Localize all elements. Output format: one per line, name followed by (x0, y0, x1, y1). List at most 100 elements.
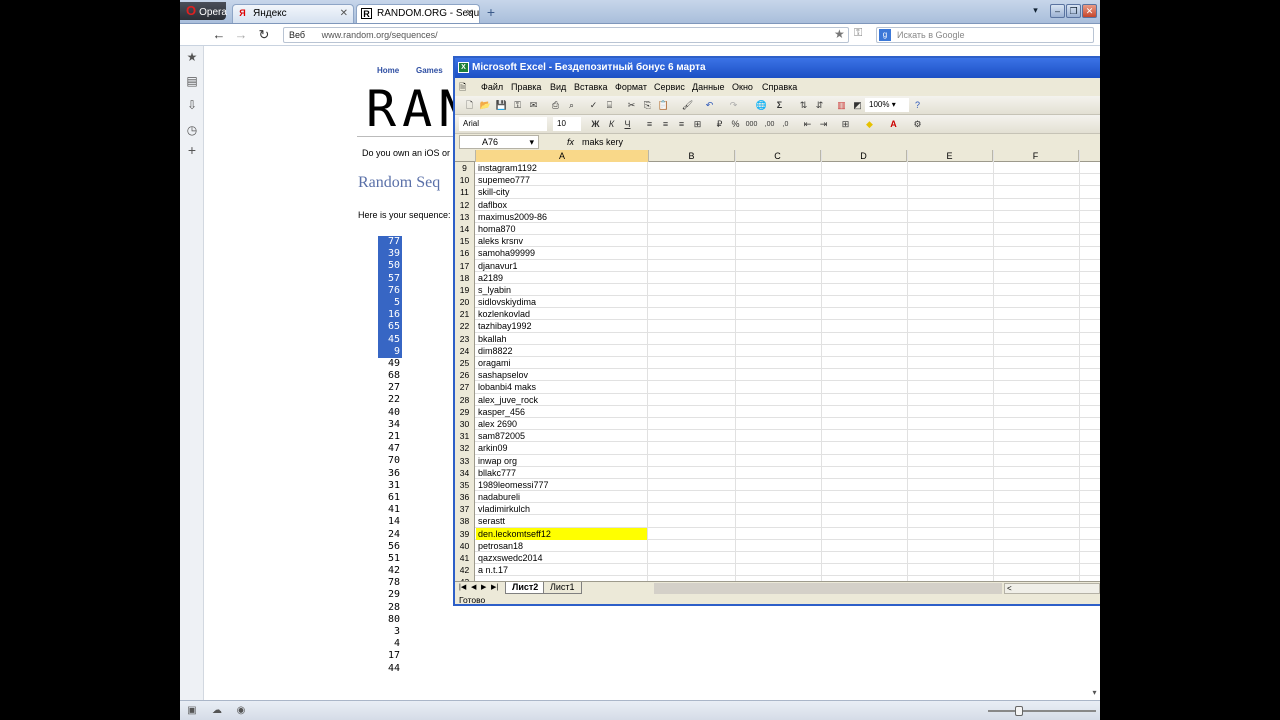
turbo-icon[interactable]: ◉ (234, 704, 248, 718)
minimize-button[interactable]: – (1050, 4, 1065, 18)
cell-a[interactable]: daflbox (476, 198, 648, 211)
back-arrow-icon[interactable]: ← (210, 26, 228, 44)
permission-icon[interactable]: ⚿ (511, 99, 524, 112)
search-input[interactable]: g Искать в Google (876, 27, 1094, 43)
menu-item-edit[interactable]: Правка (511, 78, 541, 96)
save-icon[interactable]: 💾 (495, 99, 508, 112)
column-header-c[interactable]: C (735, 150, 821, 162)
cell-a[interactable]: oragami (476, 357, 648, 369)
cell-a[interactable]: dim8822 (476, 344, 648, 357)
menu-item-view[interactable]: Вид (550, 78, 566, 96)
row-header[interactable]: 22 (455, 320, 475, 333)
menu-item-file[interactable]: Файл (481, 78, 503, 96)
increase-indent-icon[interactable]: ⇥ (817, 118, 830, 131)
drawing-icon[interactable]: ◩ (851, 99, 864, 112)
open-folder-icon[interactable]: 📂 (479, 99, 492, 112)
row-header[interactable]: 39 (455, 527, 475, 540)
menu-item-help[interactable]: Справка (762, 78, 797, 96)
print-icon[interactable]: ⎙ (549, 99, 562, 112)
cell-a[interactable]: petrosan18 (476, 539, 648, 552)
percent-icon[interactable]: % (729, 118, 742, 131)
excel-doc-icon[interactable]: 🗎 (459, 78, 466, 96)
cell-a[interactable]: kasper_456 (476, 405, 648, 418)
opera-unite-icon[interactable]: ☁ (210, 704, 224, 718)
chart-wizard-icon[interactable]: ▥ (835, 99, 848, 112)
row-header[interactable]: 9 (455, 162, 475, 175)
font-size-select[interactable]: 10 (553, 117, 581, 131)
close-icon[interactable]: ✕ (466, 5, 474, 22)
row-header[interactable]: 15 (455, 235, 475, 248)
toolbar-options-icon[interactable]: ⚙ (911, 118, 924, 131)
align-left-icon[interactable]: ≡ (643, 118, 656, 131)
spelling-icon[interactable]: ✓ (587, 99, 600, 112)
last-sheet-icon[interactable]: ▶| (491, 582, 498, 594)
row-header[interactable]: 33 (455, 454, 475, 467)
history-clock-icon[interactable]: ◷ (185, 123, 199, 137)
row-header[interactable]: 16 (455, 247, 475, 260)
new-tab-button[interactable]: + (483, 5, 499, 21)
row-header[interactable]: 13 (455, 210, 475, 223)
cut-icon[interactable]: ✂ (625, 99, 638, 112)
cell-a[interactable]: vladimirkulch (476, 503, 648, 516)
column-header-b[interactable]: B (649, 150, 735, 162)
column-header-a[interactable]: A (476, 150, 649, 162)
close-window-button[interactable]: ✕ (1082, 4, 1097, 18)
row-header[interactable]: 10 (455, 174, 475, 187)
menu-item-format[interactable]: Формат (615, 78, 647, 96)
cell-a[interactable]: sam872005 (476, 430, 648, 443)
research-icon[interactable]: ⌸ (603, 99, 616, 112)
column-header-d[interactable]: D (821, 150, 907, 162)
prev-sheet-icon[interactable]: ◀ (471, 582, 476, 594)
new-file-icon[interactable]: 🗋 (463, 99, 476, 112)
panel-toggle-icon[interactable]: ▣ (185, 704, 199, 718)
cell-a[interactable]: bllakc777 (476, 466, 648, 479)
cell-a[interactable]: aleks krsnv (476, 235, 648, 248)
row-header[interactable]: 21 (455, 308, 475, 321)
formula-input[interactable]: maks kery (582, 134, 623, 150)
row-header[interactable]: 23 (455, 332, 475, 345)
restore-button[interactable]: ❐ (1066, 4, 1081, 18)
bold-icon[interactable]: Ж (589, 118, 602, 131)
cell-a[interactable]: tazhibay1992 (476, 320, 648, 333)
thousands-icon[interactable]: 000 (745, 118, 758, 131)
key-icon[interactable]: ⚿ (854, 27, 862, 40)
cell-a[interactable]: alex_juve_rock (476, 393, 648, 406)
downloads-icon[interactable]: ⇩ (185, 98, 199, 112)
email-icon[interactable]: ✉ (527, 99, 540, 112)
cell-a[interactable]: den.leckomtseff12 (476, 527, 648, 540)
tab-yandex[interactable]: Я Яндекс ✕ (232, 4, 354, 23)
notes-icon[interactable]: ▤ (185, 74, 199, 88)
sort-descending-icon[interactable]: ⇵ (813, 99, 826, 112)
fill-color-icon[interactable]: ◆ (863, 118, 876, 131)
hyperlink-icon[interactable]: 🌐 (755, 99, 768, 112)
zoom-slider-track[interactable] (988, 710, 1096, 712)
forward-arrow-icon[interactable]: → (232, 26, 250, 44)
row-header[interactable]: 14 (455, 222, 475, 236)
next-sheet-icon[interactable]: ▶ (481, 582, 486, 594)
row-header[interactable]: 17 (455, 259, 475, 272)
paste-icon[interactable]: 📋 (657, 99, 670, 112)
row-header[interactable]: 37 (455, 503, 475, 516)
zoom-select[interactable]: 100% ▾ (865, 98, 909, 112)
autosum-icon[interactable]: Σ (773, 99, 786, 112)
row-header[interactable]: 40 (455, 539, 475, 552)
cell-a[interactable]: arkin09 (476, 442, 648, 455)
print-preview-icon[interactable]: ⌕ (565, 99, 578, 112)
bookmark-star-icon[interactable]: ★ (834, 27, 845, 41)
row-header[interactable]: 25 (455, 357, 475, 370)
decrease-decimal-icon[interactable]: ,0 (779, 118, 792, 131)
row-header[interactable]: 30 (455, 417, 475, 431)
sequence-list[interactable]: 77 39 50 57 76 5 16 65 45 9 49 68 27 22 40 34 21 47 70 36 31… (378, 236, 402, 675)
increase-decimal-icon[interactable]: ,00 (763, 118, 776, 131)
font-name-select[interactable]: Arial (459, 117, 547, 131)
cell-a[interactable]: instagram1192 (476, 162, 648, 174)
address-bar[interactable]: Веб www.random.org/sequences/ (283, 27, 849, 43)
row-header[interactable]: 12 (455, 198, 475, 211)
row-header[interactable]: 36 (455, 491, 475, 504)
cell-a[interactable]: djanavur1 (476, 259, 648, 272)
cell-a[interactable]: kozlenkovlad (476, 308, 648, 321)
cell-a[interactable]: 1989leomessi777 (476, 478, 648, 491)
row-header[interactable]: 18 (455, 271, 475, 284)
add-panel-icon[interactable]: + (185, 143, 199, 157)
cell-a[interactable]: sidlovskiydima (476, 296, 648, 309)
